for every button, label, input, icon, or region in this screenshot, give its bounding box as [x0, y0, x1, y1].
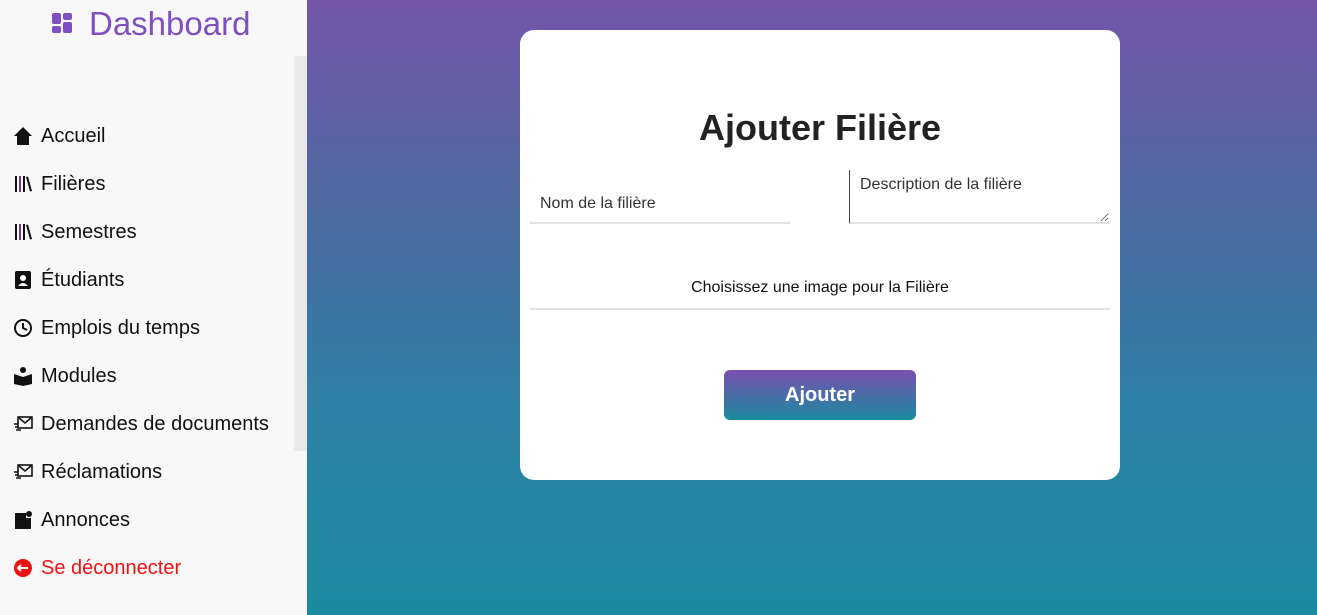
add-filiere-button[interactable]: Ajouter — [724, 370, 916, 420]
filiere-name-input[interactable] — [530, 176, 790, 224]
sidebar-item-label: Emplois du temps — [41, 316, 200, 339]
send-mail-icon — [12, 413, 34, 435]
logout-icon — [12, 557, 34, 579]
sidebar-item-label: Étudiants — [41, 268, 125, 291]
sidebar-item-label: Demandes de documents — [41, 412, 269, 435]
sidebar-scrollbar-thumb[interactable] — [294, 56, 307, 451]
sidebar-item-label: Annonces — [41, 508, 130, 531]
sidebar-nav: Accueil Filières Semestres Étudiants Emp… — [12, 112, 269, 592]
main-content: Ajouter Filière Choisissez une image pou… — [307, 0, 1317, 615]
sidebar-item-label: Filières — [41, 172, 106, 195]
dashboard-grid-icon — [52, 13, 74, 35]
sidebar-item-etudiants[interactable]: Étudiants — [12, 256, 269, 304]
home-icon — [12, 125, 34, 147]
clock-icon — [12, 317, 34, 339]
sidebar-item-modules[interactable]: Modules — [12, 352, 269, 400]
sidebar-item-label: Modules — [41, 364, 117, 387]
sidebar-item-semestres[interactable]: Semestres — [12, 208, 269, 256]
brand[interactable]: Dashboard — [52, 6, 250, 42]
sidebar-item-label: Réclamations — [41, 460, 163, 483]
books-icon — [12, 221, 34, 243]
sidebar-item-label: Semestres — [41, 220, 137, 243]
form-card: Ajouter Filière Choisissez une image pou… — [520, 30, 1120, 480]
sidebar-item-annonces[interactable]: Annonces — [12, 496, 269, 544]
sidebar-item-emplois[interactable]: Emplois du temps — [12, 304, 269, 352]
sidebar-item-label: Se déconnecter — [41, 556, 182, 579]
books-icon — [12, 173, 34, 195]
page-title: Ajouter Filière — [698, 107, 942, 148]
sidebar-item-label: Accueil — [41, 124, 106, 147]
brand-title: Dashboard — [89, 5, 251, 42]
notification-icon — [12, 509, 34, 531]
sidebar: Dashboard Accueil Filières Semestres Étu… — [0, 0, 307, 615]
sidebar-item-filieres[interactable]: Filières — [12, 160, 269, 208]
student-badge-icon — [12, 269, 34, 291]
sidebar-item-demandes[interactable]: Demandes de documents — [12, 400, 269, 448]
image-file-picker[interactable]: Choisissez une image pour la Filière — [530, 277, 1110, 310]
sidebar-item-reclamations[interactable]: Réclamations — [12, 448, 269, 496]
reading-book-icon — [12, 365, 34, 387]
sidebar-item-accueil[interactable]: Accueil — [12, 112, 269, 160]
send-mail-icon — [12, 461, 34, 483]
filiere-description-textarea[interactable] — [849, 170, 1109, 224]
sidebar-item-logout[interactable]: Se déconnecter — [12, 544, 269, 592]
